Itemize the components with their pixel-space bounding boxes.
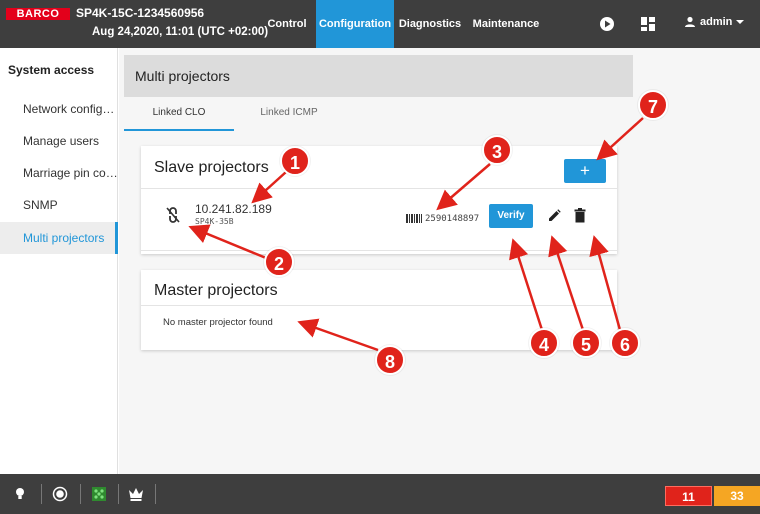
callout-3: 3: [482, 135, 512, 165]
divider: [141, 305, 617, 306]
tab-linked-clo[interactable]: Linked CLO: [124, 97, 234, 131]
divider: [41, 484, 42, 504]
divider: [80, 484, 81, 504]
top-bar: BARCO SP4K-15C-1234560956 Aug 24,2020, 1…: [0, 0, 760, 48]
nav-configuration[interactable]: Configuration: [316, 0, 394, 48]
tab-bar: Linked CLO Linked ICMP: [124, 97, 633, 131]
projector-serial: 2590148897: [425, 214, 480, 224]
tab-linked-icmp[interactable]: Linked ICMP: [234, 97, 344, 131]
verify-button[interactable]: Verify: [489, 204, 533, 228]
crown-icon[interactable]: [128, 486, 144, 502]
bulb-icon[interactable]: [12, 486, 28, 502]
sidebar-item-multi-projectors[interactable]: Multi projectors: [0, 222, 118, 254]
shutter-icon[interactable]: [52, 486, 68, 502]
callout-4: 4: [529, 328, 559, 358]
callout-2: 2: [264, 247, 294, 277]
slave-projectors-title: Slave projectors: [154, 159, 269, 176]
nav-maintenance[interactable]: Maintenance: [466, 0, 546, 48]
nav-diagnostics[interactable]: Diagnostics: [394, 0, 466, 48]
sidebar-item-manage-users[interactable]: Manage users: [0, 125, 118, 157]
projector-ip: 10.241.82.189: [195, 202, 272, 216]
error-count-badge[interactable]: 11: [665, 486, 712, 506]
chevron-down-icon: [736, 20, 745, 24]
nav-control[interactable]: Control: [258, 0, 316, 48]
no-master-message: No master projector found: [163, 317, 273, 328]
user-icon: [685, 16, 695, 27]
sidebar-item-network[interactable]: Network configur...: [0, 93, 118, 125]
delete-icon[interactable]: [574, 208, 586, 223]
callout-1: 1: [280, 146, 310, 176]
play-icon[interactable]: [599, 16, 615, 32]
sidebar-item-marriage-pin[interactable]: Marriage pin code: [0, 157, 118, 189]
callout-5: 5: [571, 328, 601, 358]
device-date: Aug 24,2020, 11:01 (UTC +02:00): [92, 26, 269, 38]
edit-icon[interactable]: [547, 209, 561, 223]
user-menu[interactable]: admin: [684, 16, 745, 28]
divider: [155, 484, 156, 504]
callout-6: 6: [610, 328, 640, 358]
user-name: admin: [700, 16, 733, 28]
divider: [118, 484, 119, 504]
sidebar: System access Network configur... Manage…: [0, 48, 118, 474]
callout-7: 7: [638, 90, 668, 120]
sidebar-heading: System access: [8, 63, 95, 77]
dmx-icon[interactable]: [91, 486, 107, 502]
callout-8: 8: [375, 345, 405, 375]
warning-count-badge[interactable]: 33: [714, 486, 760, 506]
unlink-icon: [166, 207, 180, 223]
device-name: SP4K-15C-1234560956: [76, 6, 205, 20]
barco-logo: BARCO: [6, 8, 70, 20]
sidebar-item-snmp[interactable]: SNMP: [0, 189, 118, 221]
slave-projectors-card: Slave projectors + 10.241.82.189 SP4K-35…: [141, 146, 617, 254]
status-bar: 11 33: [0, 474, 760, 514]
layout-icon[interactable]: [640, 16, 656, 32]
divider: [141, 250, 617, 251]
barcode-icon: [406, 214, 422, 223]
divider: [141, 188, 617, 189]
projector-model: SP4K-35B: [195, 217, 234, 226]
page-title: Multi projectors: [124, 55, 633, 97]
master-projectors-title: Master projectors: [154, 282, 278, 299]
add-slave-button[interactable]: +: [564, 159, 606, 183]
